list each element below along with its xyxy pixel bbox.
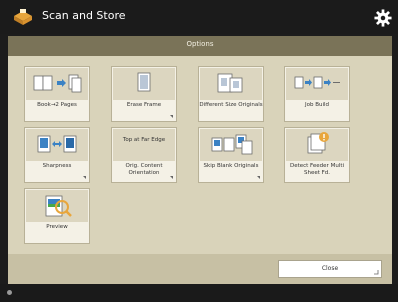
orientation-value: Top at Far Edge [122,137,166,143]
options-title: Options [186,40,214,48]
different-size-originals-button[interactable]: Different Size Originals [198,66,264,122]
more-options-indicator [170,115,173,118]
more-options-indicator [83,176,86,179]
app-title: Scan and Store [42,9,126,22]
tile-label: Different Size Originals [199,102,263,108]
job-build-button[interactable]: Job Build [284,66,350,122]
sharpness-button[interactable]: Sharpness [24,127,90,183]
detect-feeder-icon [307,132,329,154]
status-indicator-icon [7,290,12,295]
tile-label: Skip Blank Originals [203,163,259,169]
different-size-originals-icon [217,73,243,93]
book-split-icon [33,74,82,93]
tile-label: Preview [46,224,68,230]
gear-icon[interactable] [374,9,392,27]
more-options-indicator [257,176,260,179]
close-button[interactable]: Close [278,260,382,278]
orig-content-orientation-button[interactable]: Top at Far Edge Orig. Content Orientatio… [111,127,177,183]
tile-label: Sharpness [42,163,72,169]
status-bar [0,284,398,302]
erase-frame-icon [137,72,151,92]
preview-button[interactable]: Preview [24,188,90,244]
options-panel: Book→2 Pages Erase Frame Different Size … [8,56,392,254]
tile-label: Book→2 Pages [37,102,77,108]
tile-label: Detect Feeder Multi Sheet Fd. [289,163,345,176]
tile-label: Job Build [304,102,330,108]
more-options-indicator [170,176,173,179]
resize-corner-icon [374,270,379,275]
sharpness-icon [37,135,77,153]
title-bar: Scan and Store [0,0,398,34]
erase-frame-button[interactable]: Erase Frame [111,66,177,122]
book-2-pages-button[interactable]: Book→2 Pages [24,66,90,122]
preview-icon [45,195,72,217]
job-build-icon [294,76,340,89]
detect-feeder-multi-sheet-button[interactable]: Detect Feeder Multi Sheet Fd. [284,127,350,183]
skip-blank-originals-button[interactable]: Skip Blank Originals [198,127,264,183]
scan-and-store-icon [14,9,32,25]
options-header: Options [8,36,392,56]
close-button-label: Close [321,265,339,272]
skip-blank-icon [211,134,253,155]
tile-label: Orig. Content Orientation [125,163,163,176]
tile-label: Erase Frame [126,102,162,108]
